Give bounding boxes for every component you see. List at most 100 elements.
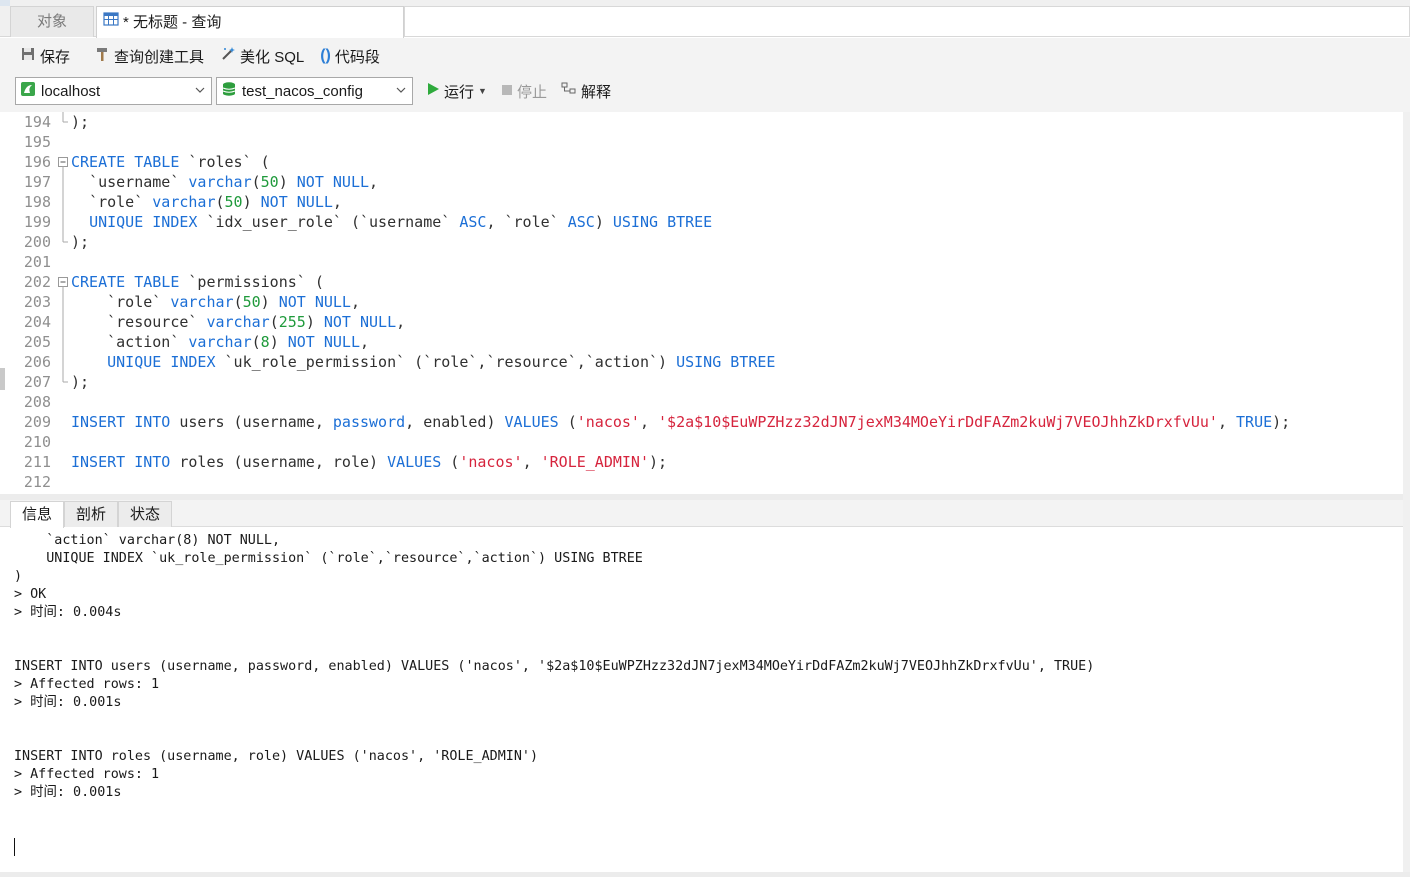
editor-line[interactable]: 196 CREATE TABLE `roles` ( — [10, 152, 1403, 172]
editor-line[interactable]: 208 — [10, 392, 1403, 412]
play-icon — [426, 82, 440, 100]
run-button[interactable]: 运行 ▼ — [420, 79, 493, 104]
editor-line[interactable]: 212 — [10, 472, 1403, 492]
editor-line-text: CREATE TABLE `roles` ( — [71, 153, 270, 171]
line-number: 209 — [23, 413, 51, 431]
output-line: > Affected rows: 1 — [14, 767, 160, 782]
output-line: > 时间: 0.001s — [14, 785, 122, 800]
text-caret — [14, 838, 15, 856]
database-value: test_nacos_config — [242, 82, 363, 100]
editor-line[interactable]: 201 — [10, 252, 1403, 272]
splitter-handle[interactable] — [0, 368, 5, 390]
editor-line-text: ); — [71, 233, 90, 251]
line-number: 202 — [23, 273, 51, 291]
output-line: INSERT INTO users (username, password, e… — [14, 659, 1095, 674]
connection-value: localhost — [41, 82, 101, 100]
save-button[interactable]: 保存 — [14, 44, 76, 69]
line-number: 201 — [23, 253, 51, 271]
connection-icon — [20, 81, 36, 101]
line-number: 211 — [23, 453, 51, 471]
line-number: 206 — [23, 353, 51, 371]
editor-line-text: `action` varchar(8) NOT NULL, — [107, 333, 370, 351]
run-dropdown-icon[interactable]: ▼ — [478, 86, 487, 96]
fold-guide — [62, 372, 68, 383]
editor-line[interactable]: 203 `role` varchar(50) NOT NULL, — [10, 292, 1403, 312]
chevron-down-icon — [396, 87, 406, 93]
editor-line[interactable]: 202 CREATE TABLE `permissions` ( — [10, 272, 1403, 292]
output-line: UNIQUE INDEX `uk_role_permission` (`role… — [14, 551, 643, 566]
editor-line-text: ); — [71, 113, 90, 131]
editor-line[interactable]: 209 INSERT INTO users (username, password… — [10, 412, 1403, 432]
fold-guide — [62, 352, 64, 372]
tab-objects[interactable]: 对象 — [10, 6, 94, 37]
query-builder-label: 查询创建工具 — [114, 48, 205, 66]
line-number: 194 — [23, 113, 51, 131]
editor-line-text: `resource` varchar(255) NOT NULL, — [107, 313, 406, 331]
editor-line-text: `username` varchar(50) NOT NULL, — [89, 173, 379, 191]
editor-line[interactable]: 200); — [10, 232, 1403, 252]
fold-guide — [62, 232, 68, 243]
output-line: ) — [14, 569, 23, 584]
document-tab-bar: 对象 * 无标题 - 查询 — [0, 0, 1410, 38]
sql-editor[interactable]: 194); 195 196 CREATE TABLE `roles` (197 `us… — [10, 112, 1403, 494]
stop-button[interactable]: 停止 — [495, 79, 553, 104]
connection-select[interactable]: localhost — [15, 77, 212, 105]
fold-guide — [62, 112, 68, 123]
line-number: 198 — [23, 193, 51, 211]
editor-line[interactable]: 194); — [10, 112, 1403, 132]
database-icon — [221, 81, 237, 101]
editor-line[interactable]: 207); — [10, 372, 1403, 392]
line-number: 208 — [23, 393, 51, 411]
editor-line[interactable]: 198 `role` varchar(50) NOT NULL, — [10, 192, 1403, 212]
fold-guide — [62, 212, 64, 232]
line-number: 195 — [23, 133, 51, 151]
run-label: 运行 — [444, 83, 475, 101]
query-builder-button[interactable]: 查询创建工具 — [88, 44, 210, 69]
editor-line[interactable]: 206 UNIQUE INDEX `uk_role_permission` (`… — [10, 352, 1403, 372]
explain-label: 解释 — [580, 83, 611, 101]
editor-line-text: INSERT INTO roles (username, role) VALUE… — [71, 453, 668, 471]
output-line: > 时间: 0.004s — [14, 605, 122, 620]
window-bottom-edge — [0, 872, 1410, 877]
editor-line[interactable]: 210 — [10, 432, 1403, 452]
tab-profile[interactable]: 剖析 — [64, 501, 118, 527]
connection-bar: localhost test_nacos_config 运行 ▼ 停止 解释 — [0, 74, 1410, 112]
tab-query[interactable]: * 无标题 - 查询 — [96, 6, 404, 38]
line-number: 205 — [23, 333, 51, 351]
output-line: > 时间: 0.001s — [14, 695, 122, 710]
line-number: 212 — [23, 473, 51, 491]
run-controls: 运行 ▼ 停止 解释 — [420, 77, 617, 105]
save-icon — [20, 46, 36, 66]
editor-line[interactable]: 205 `action` varchar(8) NOT NULL, — [10, 332, 1403, 352]
editor-line-text: CREATE TABLE `permissions` ( — [71, 273, 324, 291]
editor-line[interactable]: 199 UNIQUE INDEX `idx_user_role` (`usern… — [10, 212, 1403, 232]
editor-line-text: ); — [71, 373, 90, 391]
fold-guide — [62, 292, 64, 312]
result-tab-bar: 信息 剖析 状态 — [0, 500, 1410, 528]
tab-status[interactable]: 状态 — [118, 501, 172, 527]
beautify-sql-button[interactable]: 美化 SQL — [214, 44, 310, 69]
output-line: > Affected rows: 1 — [14, 677, 160, 692]
editor-line[interactable]: 211 INSERT INTO roles (username, role) VA… — [10, 452, 1403, 472]
editor-line-text: UNIQUE INDEX `uk_role_permission` (`role… — [107, 353, 776, 371]
line-number: 200 — [23, 233, 51, 251]
scrollbar-track[interactable] — [1403, 112, 1410, 877]
tab-strip-empty — [404, 6, 1410, 36]
query-toolbar: 保存 查询创建工具 美化 SQL () 代码段 — [0, 38, 1410, 74]
database-select[interactable]: test_nacos_config — [216, 77, 413, 105]
editor-line[interactable]: 195 — [10, 132, 1403, 152]
tab-query-label: * 无标题 - 查询 — [123, 13, 222, 31]
beautify-sql-label: 美化 SQL — [240, 48, 305, 66]
line-number: 199 — [23, 213, 51, 231]
editor-line[interactable]: 204 `resource` varchar(255) NOT NULL, — [10, 312, 1403, 332]
explain-button[interactable]: 解释 — [555, 79, 617, 104]
fold-collapse-icon[interactable] — [57, 272, 69, 292]
message-output[interactable]: `action` varchar(8) NOT NULL, UNIQUE IND… — [10, 528, 1403, 872]
editor-line[interactable]: 197 `username` varchar(50) NOT NULL, — [10, 172, 1403, 192]
editor-line-text: INSERT INTO users (username, password, e… — [71, 413, 1291, 431]
query-table-icon — [103, 8, 119, 38]
code-snippet-button[interactable]: () 代码段 — [314, 44, 386, 69]
code-snippet-label: 代码段 — [334, 48, 380, 66]
tab-info[interactable]: 信息 — [10, 501, 64, 528]
fold-collapse-icon[interactable] — [57, 152, 69, 172]
